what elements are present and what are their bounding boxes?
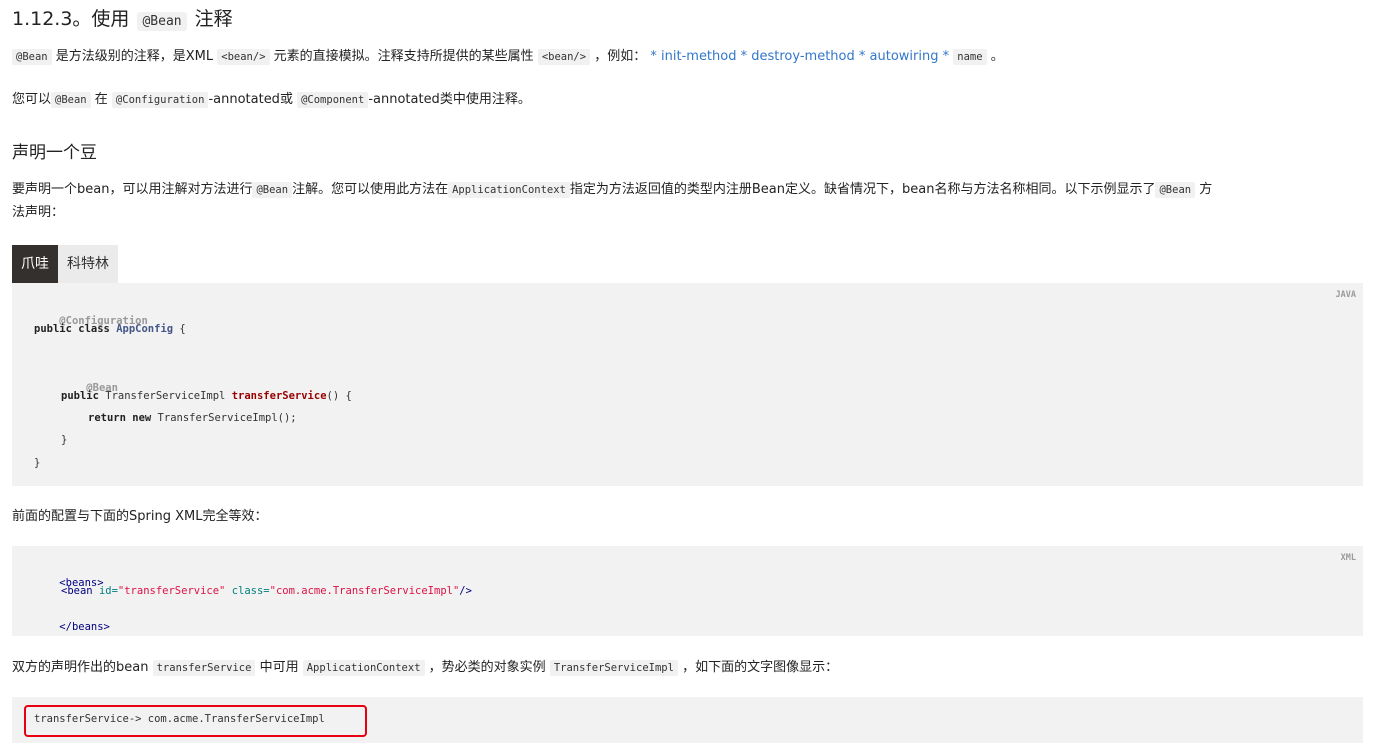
page-title: 1.12.3。使用 @Bean 注释 — [12, 6, 233, 35]
xml-tag: /> — [459, 585, 472, 597]
inline-code: @Bean — [12, 49, 52, 65]
code-text: () { — [326, 390, 352, 402]
code-text: { — [173, 323, 186, 335]
code-line: <bean id="transferService" class="com.ac… — [61, 584, 472, 598]
inline-code: @Bean — [1155, 182, 1196, 198]
code-line: </beans> — [34, 606, 110, 648]
tab-kotlin[interactable]: 科特林 — [58, 245, 118, 283]
text: 中可用 — [259, 660, 299, 675]
text: 在 — [94, 92, 108, 107]
text: 是方法级别的注释，是XML — [55, 49, 214, 64]
equivalent-paragraph: 前面的配置与下面的Spring XML完全等效： — [12, 509, 268, 524]
red-highlight-box — [24, 705, 367, 737]
title-code: @Bean — [137, 12, 187, 31]
xml-value: "transferService" — [117, 585, 226, 597]
link-destroy-method[interactable]: * destroy-method — [741, 49, 855, 64]
intro-paragraph: @Bean 是方法级别的注释，是XML <bean/> 元素的直接模拟。注释支持… — [12, 48, 1004, 66]
code-language-label: JAVA — [1335, 290, 1356, 300]
tab-java[interactable]: 爪哇 — [12, 245, 58, 283]
inline-code: transferService — [152, 660, 256, 676]
inline-code: <bean/> — [217, 49, 270, 65]
text: ，例如： — [594, 49, 647, 64]
inline-code: @Bean — [51, 92, 91, 108]
inline-code: name — [953, 49, 987, 65]
usage-paragraph: 您可以 @Bean 在 @Configuration -annotated或 @Co… — [12, 91, 531, 109]
text: -annotated或 — [208, 92, 293, 107]
link-bullet[interactable]: * — [943, 49, 950, 64]
code-line: public class AppConfig { — [34, 322, 186, 336]
title-number: 1.12.3。使用 — [12, 8, 130, 30]
title-suffix: 注释 — [194, 8, 233, 30]
xml-tag: </beans> — [59, 621, 110, 633]
result-paragraph: 双方的声明作出的bean transferService 中可用 Applica… — [12, 659, 838, 677]
inline-code: @Configuration — [111, 92, 209, 108]
text: ，如下面的文字图像显示： — [682, 660, 839, 675]
link-autowiring[interactable]: * autowiring — [859, 49, 939, 64]
text: ，势必类的对象实例 — [428, 660, 546, 675]
link-init-method[interactable]: * init-method — [650, 49, 736, 64]
inline-code: ApplicationContext — [302, 660, 425, 676]
text: 方 — [1199, 182, 1213, 197]
xml-code-block: XML <beans> <bean id="transferService" c… — [12, 546, 1363, 636]
inline-code: <bean/> — [537, 49, 591, 65]
xml-attr: id= — [98, 585, 118, 597]
keyword: return new — [88, 412, 158, 424]
text: 指定为方法返回值的类型内注册Bean定义。缺省情况下，bean名称与方法名称相同… — [569, 182, 1156, 197]
code-language-label: XML — [1340, 553, 1356, 563]
xml-attr: class= — [225, 585, 270, 597]
keyword: public — [61, 390, 106, 402]
text: 双方的声明作出的bean — [12, 660, 149, 675]
xml-tag: <bean — [61, 585, 99, 597]
text: 元素的直接模拟。注释支持所提供的某些属性 — [273, 49, 534, 64]
keyword: public class — [34, 323, 117, 335]
java-code-block: JAVA @Configuration public class AppConf… — [12, 283, 1363, 486]
inline-code: TransferServiceImpl — [549, 660, 678, 676]
code-line: } — [61, 434, 68, 446]
text: 注解。您可以使用此方法在 — [292, 182, 449, 197]
type-name: TransferServiceImpl — [105, 390, 232, 402]
class-name: AppConfig — [116, 323, 174, 335]
inline-code: @Component — [297, 92, 369, 108]
xml-value: "com.acme.TransferServiceImpl" — [269, 585, 460, 597]
text: 。 — [990, 49, 1004, 64]
inline-code: @Bean — [252, 182, 293, 198]
language-tabs: 爪哇 科特林 — [12, 245, 118, 283]
text: -annotated类中使用注释。 — [368, 92, 531, 107]
code-line: public TransferServiceImpl transferServi… — [61, 389, 352, 403]
declare-paragraph-line1: 要声明一个bean，可以用注解对方法进行 @Bean 注解。您可以使用此方法在 App… — [12, 181, 1212, 199]
section-heading: 声明一个豆 — [12, 143, 97, 163]
text: 要声明一个bean，可以用注解对方法进行 — [12, 182, 253, 197]
code-line: return new TransferServiceImpl(); — [88, 411, 297, 425]
text: 您可以 — [12, 92, 52, 107]
declare-paragraph-line2: 法声明： — [12, 205, 65, 220]
code-line: } — [34, 457, 41, 469]
code-text: TransferServiceImpl(); — [157, 412, 297, 424]
inline-code: ApplicationContext — [448, 182, 570, 198]
method-name: transferService — [231, 390, 327, 402]
